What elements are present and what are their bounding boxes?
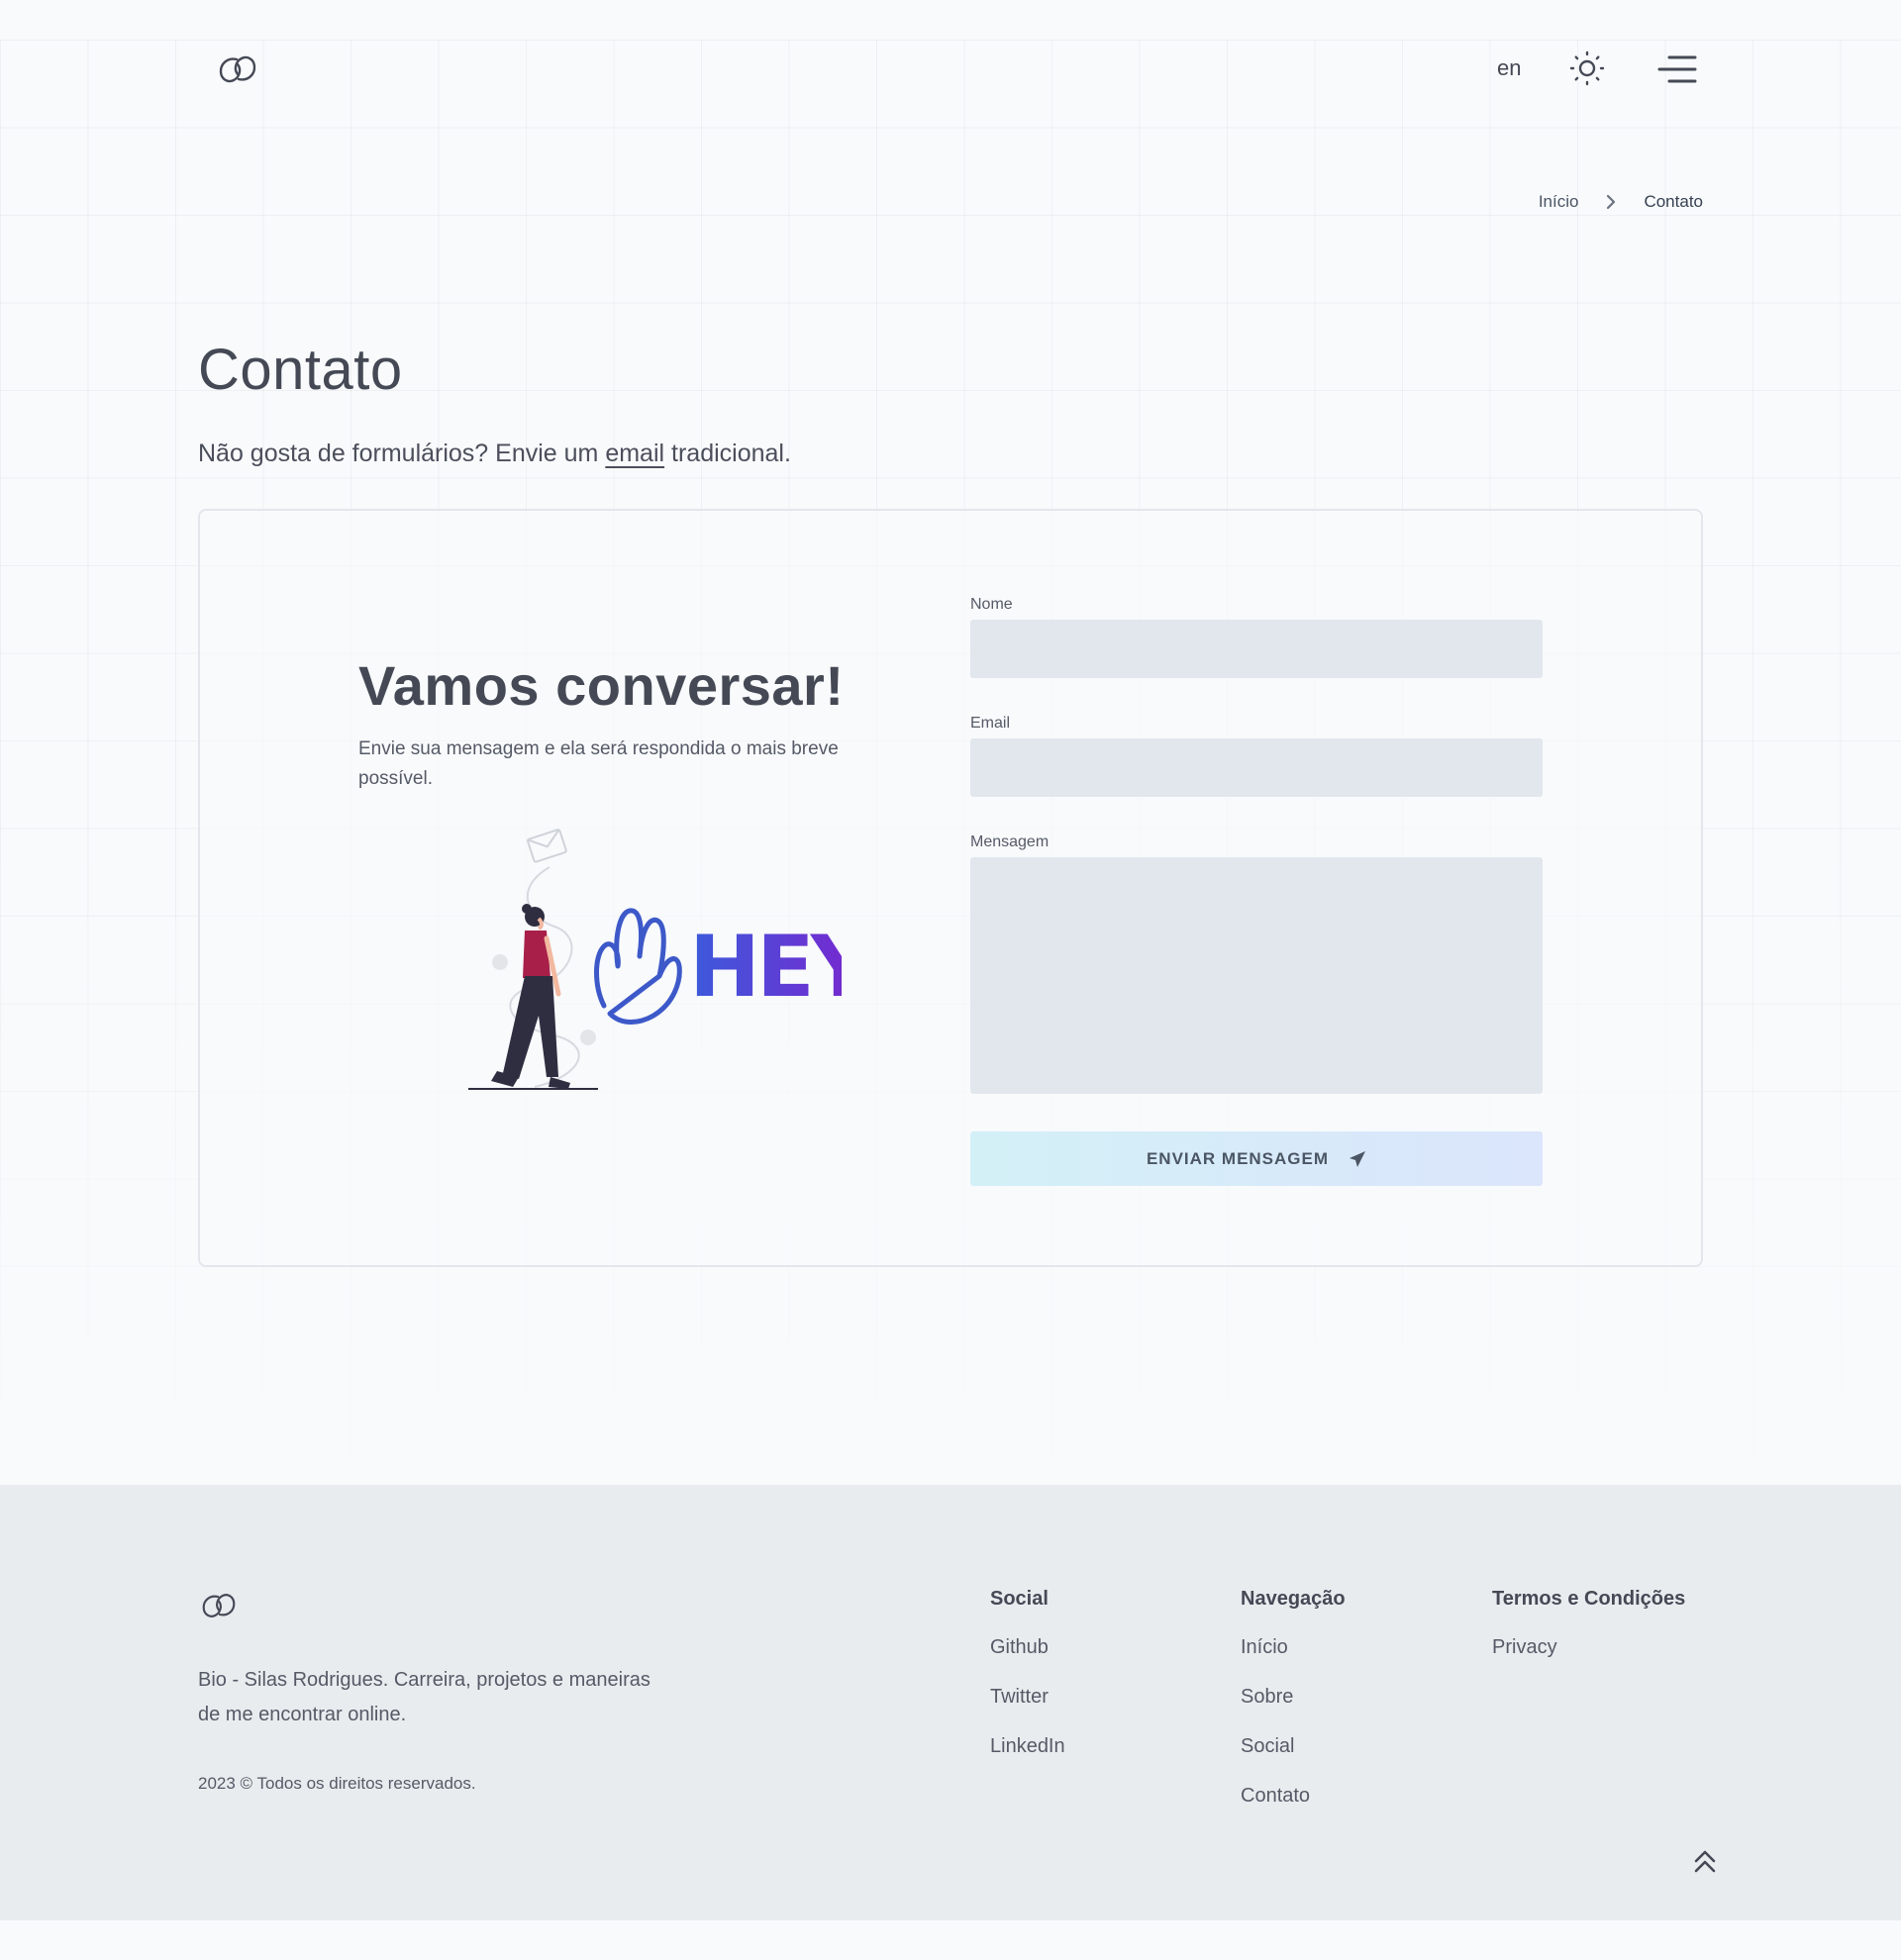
hey-illustration: HEY [455,828,878,1095]
page-title: Contato [198,338,403,402]
footer-link-social[interactable]: Social [1241,1735,1346,1761]
footer-link-linkedin[interactable]: LinkedIn [990,1735,1065,1761]
email-link[interactable]: email [605,440,664,467]
footer-col-social: Social Github Twitter LinkedIn [990,1588,1065,1785]
footer-link-contato[interactable]: Contato [1241,1785,1346,1811]
page: en Início Contato Contato Não gosta de f… [0,0,1901,1960]
breadcrumb-home[interactable]: Início [1539,192,1579,212]
language-toggle[interactable]: en [1497,55,1521,81]
breadcrumb: Início Contato [1539,192,1703,212]
lead-prefix: Não gosta de formulários? Envie um [198,440,606,467]
header: en [0,0,1901,139]
card-subtext: Envie sua mensagem e ela será respondida… [358,738,839,789]
footer-link-inicio[interactable]: Início [1241,1636,1346,1662]
footer-col-navigation: Navegação Início Sobre Social Contato [1241,1588,1346,1834]
breadcrumb-current: Contato [1644,192,1703,211]
email-label: Email [970,715,1011,732]
message-label: Mensagem [970,833,1050,850]
footer-col-terms: Termos e Condições Privacy [1492,1588,1685,1686]
sun-icon[interactable] [1568,49,1606,87]
footer-copyright: 2023 © Todos os direitos reservados. [198,1774,476,1793]
send-message-button[interactable]: ENVIAR MENSAGEM [970,1131,1543,1186]
footer-bio: Bio - Silas Rodrigues. Carreira, projeto… [198,1669,650,1725]
name-label: Nome [970,596,1013,613]
card-heading: Vamos conversar! [358,654,845,717]
footer-link-privacy[interactable]: Privacy [1492,1636,1685,1662]
chevrons-up-icon[interactable] [1691,1847,1719,1875]
footer-col-title: Navegação [1241,1588,1346,1610]
name-input[interactable] [970,620,1543,678]
footer-logo-icon[interactable] [198,1588,240,1623]
footer-col-title: Termos e Condições [1492,1588,1686,1610]
footer-link-github[interactable]: Github [990,1636,1065,1662]
footer-link-sobre[interactable]: Sobre [1241,1686,1346,1712]
footer-link-twitter[interactable]: Twitter [990,1686,1065,1712]
hey-text: HEY [689,918,842,1017]
chevron-right-icon [1604,194,1618,210]
send-icon [1350,1150,1366,1167]
message-textarea[interactable] [970,857,1543,1094]
menu-icon[interactable] [1657,53,1697,85]
lead-suffix: tradicional. [664,440,791,467]
page-lead: Não gosta de formulários? Envie um email… [198,440,791,468]
email-input[interactable] [970,738,1543,797]
logo-icon[interactable] [216,49,259,89]
send-message-label: ENVIAR MENSAGEM [1146,1148,1330,1168]
footer-col-title: Social [990,1588,1049,1610]
